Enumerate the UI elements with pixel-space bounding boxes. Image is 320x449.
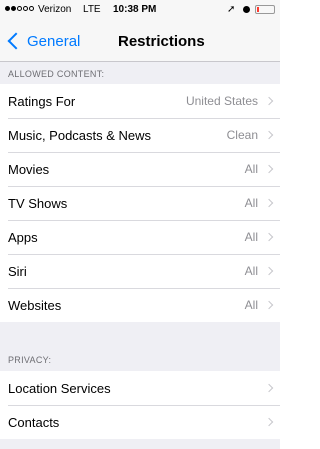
- back-button[interactable]: General: [6, 30, 80, 52]
- chevron-right-icon: [264, 198, 274, 208]
- list-item-value: Clean: [226, 128, 258, 142]
- page-title: Restrictions: [118, 33, 205, 50]
- list-item-label: Location Services: [8, 380, 111, 396]
- battery-level-fill: [257, 7, 259, 12]
- list-item-label: TV Shows: [8, 195, 68, 211]
- section-header-privacy: PRIVACY:: [8, 355, 52, 365]
- list-item-label: Ratings For: [8, 93, 76, 109]
- alarm-icon: [243, 6, 250, 13]
- chevron-left-icon: [7, 32, 25, 50]
- list-item-movies[interactable]: Movies All: [0, 152, 280, 186]
- chevron-right-icon: [264, 96, 274, 106]
- list-item-value: All: [244, 162, 258, 176]
- list-item-websites[interactable]: Websites All: [0, 288, 280, 322]
- list-item-music-podcasts-news[interactable]: Music, Podcasts & News Clean: [0, 118, 280, 152]
- signal-dot: [29, 6, 34, 11]
- chevron-right-icon: [264, 383, 274, 393]
- section-header-allowed-content: ALLOWED CONTENT:: [8, 69, 105, 79]
- allowed-content-list: Ratings For United States Music, Podcast…: [0, 84, 280, 322]
- list-item-apps[interactable]: Apps All: [0, 220, 280, 254]
- status-time: 10:38 PM: [113, 4, 157, 15]
- chevron-right-icon: [264, 417, 274, 427]
- signal-dot: [17, 6, 22, 11]
- list-item-label: Music, Podcasts & News: [8, 127, 152, 143]
- signal-dot: [5, 6, 10, 11]
- list-item-value: United States: [185, 94, 258, 108]
- chevron-right-icon: [264, 232, 274, 242]
- signal-strength-icon: [5, 6, 34, 13]
- list-item-label: Apps: [8, 229, 38, 245]
- chevron-right-icon: [264, 164, 274, 174]
- location-arrow-icon: ➚: [227, 4, 236, 15]
- list-item-label: Websites: [8, 297, 62, 313]
- list-item-value: All: [244, 298, 258, 312]
- chevron-right-icon: [264, 266, 274, 276]
- list-item-label: Siri: [8, 263, 27, 279]
- list-item-tv-shows[interactable]: TV Shows All: [0, 186, 280, 220]
- chevron-right-icon: [264, 130, 274, 140]
- status-bar: Verizon LTE 10:38 PM ➚: [0, 0, 280, 20]
- list-item-label: Movies: [8, 161, 50, 177]
- list-item-contacts[interactable]: Contacts: [0, 405, 280, 439]
- list-item-siri[interactable]: Siri All: [0, 254, 280, 288]
- list-item-location-services[interactable]: Location Services: [0, 371, 280, 405]
- signal-dot: [23, 6, 28, 11]
- battery-icon: [255, 5, 275, 14]
- navigation-bar: General Restrictions: [0, 20, 280, 62]
- privacy-list: Location Services Contacts: [0, 371, 280, 439]
- list-item-value: All: [244, 230, 258, 244]
- network-type: LTE: [83, 4, 101, 15]
- list-item-value: All: [244, 264, 258, 278]
- list-item-ratings-for[interactable]: Ratings For United States: [0, 84, 280, 118]
- chevron-right-icon: [264, 300, 274, 310]
- screenshot-margin: [280, 0, 288, 449]
- signal-dot: [11, 6, 16, 11]
- list-item-value: All: [244, 196, 258, 210]
- back-button-label: General: [27, 32, 81, 50]
- settings-screen: Verizon LTE 10:38 PM ➚ General Restricti…: [0, 0, 280, 449]
- carrier-name: Verizon: [38, 4, 72, 15]
- list-item-label: Contacts: [8, 414, 60, 430]
